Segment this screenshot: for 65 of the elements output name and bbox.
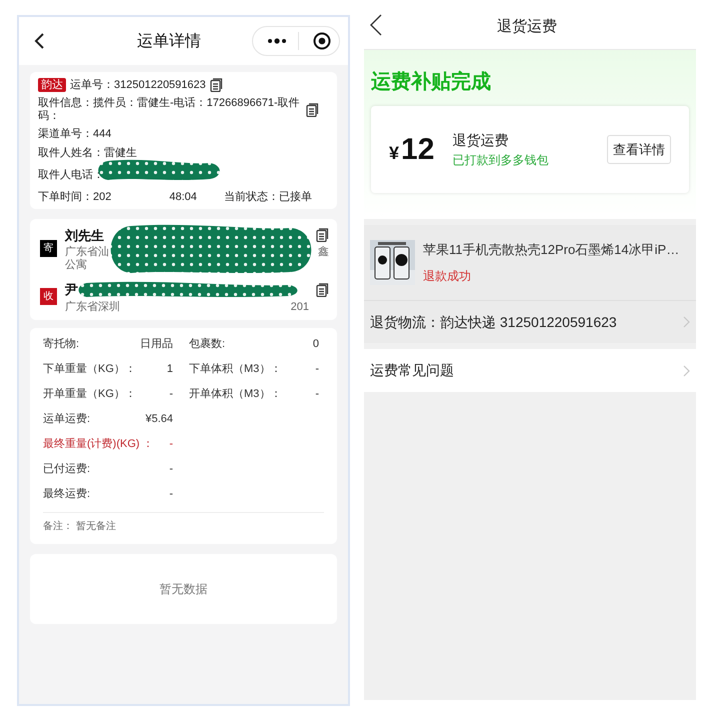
field-value: - <box>169 486 173 502</box>
pickup-info: 取件信息：揽件员：雷健生-电话：17266896671-取件码： <box>38 96 300 122</box>
order-status: 当前状态：已接单 <box>224 190 312 204</box>
field-value: - <box>169 386 173 402</box>
refund-state: 退款成功 <box>423 268 472 286</box>
copy-icon[interactable] <box>316 282 329 297</box>
order-time: 48:04 <box>169 190 197 204</box>
back-icon[interactable] <box>370 14 382 36</box>
banner-title: 运费补贴完成 <box>371 70 492 95</box>
refund-label: 退货运费 <box>452 131 510 150</box>
carrier-badge: 韵达 <box>38 78 66 92</box>
note-text: 备注： 暂无备注 <box>43 520 117 534</box>
page-title: 退货运费 <box>497 17 557 37</box>
product-title: 苹果11手机壳散热壳12Pro石墨烯14冰甲iP… <box>423 240 680 259</box>
address-text: 鑫 <box>318 246 329 259</box>
waybill-number: 运单号：312501220591623 <box>70 78 206 93</box>
field-value: - <box>315 386 319 402</box>
chevron-icon <box>683 364 690 376</box>
field-label: 最终重量(计费)(KG) ： <box>43 436 154 452</box>
chevron-icon <box>683 316 690 328</box>
party-name: 尹 <box>65 281 78 299</box>
address-text: 广东省深圳 <box>65 300 120 314</box>
copy-icon[interactable] <box>210 78 223 92</box>
faq-text: 运费常见问题 <box>370 361 454 380</box>
field-value: 1 <box>166 362 173 377</box>
field-value: - <box>315 362 319 377</box>
details-button[interactable]: 查看详情 <box>607 135 671 164</box>
field-value: - <box>169 436 173 452</box>
page-title: 运单详情 <box>137 32 201 52</box>
logistics-text: 退货物流：韵达快递 312501220591623 <box>370 312 617 332</box>
logistics-row[interactable]: 退货物流：韵达快递 312501220591623 <box>364 300 696 343</box>
field-value: - <box>169 462 173 477</box>
copy-icon[interactable] <box>316 228 329 242</box>
empty-text: 暂无数据 <box>160 580 208 598</box>
refund-amount: 12 <box>401 132 434 168</box>
field-label: 开单体积（M3）： <box>189 386 282 402</box>
product-row[interactable]: 苹果11手机壳散热壳12Pro石墨烯14冰甲iP… 退款成功 <box>364 225 696 300</box>
info-line: 取件人电话： <box>38 168 104 182</box>
field-value: 日用品 <box>140 336 173 352</box>
field-label: 已付运费: <box>43 462 90 477</box>
field-value: ¥5.64 <box>145 412 173 427</box>
party-name: 刘先生 <box>65 226 104 244</box>
more-icon[interactable] <box>267 38 287 44</box>
back-icon[interactable] <box>33 32 45 50</box>
info-line: 取件人姓名：雷健生 <box>38 146 137 160</box>
refund-status: 已打款到多多钱包 <box>452 152 548 169</box>
party-badge: 寄 <box>40 240 57 258</box>
address-text: 201 <box>290 300 309 314</box>
party-badge: 收 <box>40 288 57 306</box>
address-text: 公寓 <box>65 259 88 272</box>
currency-symbol: ¥ <box>389 142 400 165</box>
field-label: 下单重量（KG）： <box>43 362 136 377</box>
order-time: 下单时间：202 <box>38 190 112 204</box>
field-value: 0 <box>312 336 319 352</box>
faq-row[interactable]: 运费常见问题 <box>364 349 696 392</box>
address-text: 广东省汕 <box>65 246 109 258</box>
field-label: 包裹数: <box>189 336 226 352</box>
field-label: 下单体积（M3）： <box>189 362 282 377</box>
close-icon[interactable] <box>313 32 331 50</box>
field-label: 寄托物: <box>43 336 80 352</box>
info-line: 渠道单号：444 <box>38 126 112 142</box>
field-label: 开单重量（KG）： <box>43 386 136 402</box>
field-label: 运单运费: <box>43 412 90 427</box>
field-label: 最终运费: <box>43 486 90 502</box>
copy-icon[interactable] <box>306 102 319 116</box>
